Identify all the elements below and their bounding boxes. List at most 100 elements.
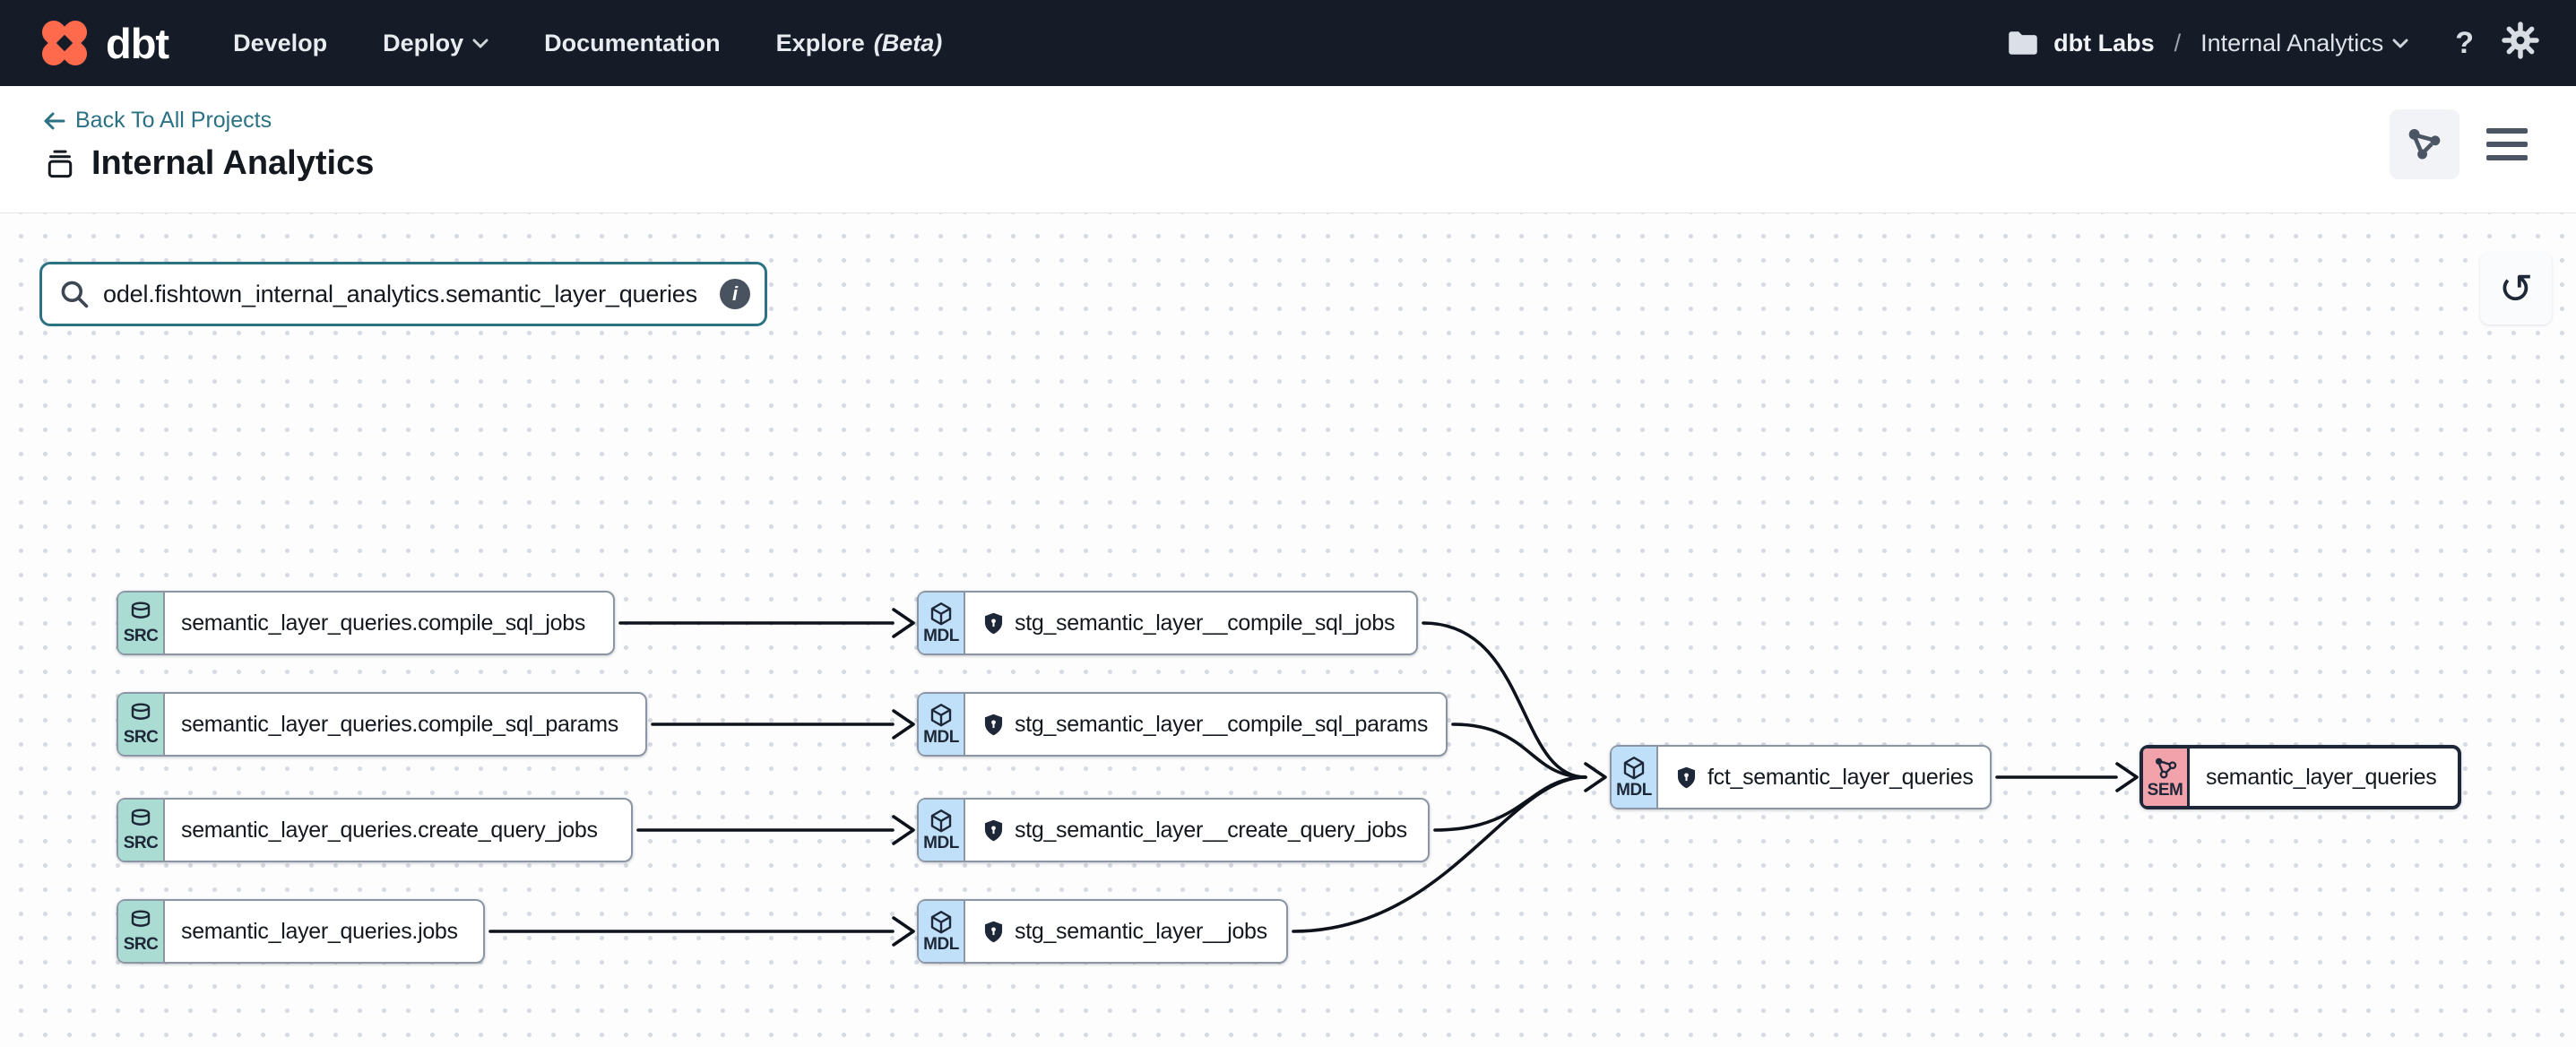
lineage-icon: [2406, 125, 2443, 163]
help-button[interactable]: ?: [2455, 26, 2474, 61]
nav-menu: Develop Deploy Documentation Explore (Be…: [233, 30, 942, 57]
lineage-node-semantic-layer-queries[interactable]: SEM semantic_layer_queries: [2139, 745, 2461, 809]
node-label-area: stg_semantic_layer__compile_sql_jobs: [965, 593, 1411, 653]
node-label: stg_semantic_layer__compile_sql_params: [1015, 712, 1428, 738]
node-label-area: stg_semantic_layer__create_query_jobs: [965, 800, 1423, 861]
node-type-label: SRC: [124, 627, 159, 645]
chevron-down-icon: [472, 39, 488, 48]
back-to-projects-link[interactable]: Back To All Projects: [43, 108, 2576, 134]
node-label: semantic_layer_queries.compile_sql_jobs: [181, 610, 585, 636]
shield-icon: [981, 818, 1006, 843]
dbt-logo[interactable]: dbt: [36, 14, 169, 72]
top-nav: dbt Develop Deploy Documentation Explore…: [0, 0, 2576, 86]
lineage-node-stg-compile-sql-params[interactable]: MDL stg_semantic_layer__compile_sql_para…: [917, 692, 1448, 757]
search-icon: [58, 278, 91, 310]
cube-icon: [928, 601, 955, 627]
settings-button[interactable]: [2501, 21, 2540, 66]
node-type-badge: MDL: [1612, 747, 1658, 808]
node-label: semantic_layer_queries: [2206, 765, 2436, 791]
lineage-node-stg-compile-sql-jobs[interactable]: MDL stg_semantic_layer__compile_sql_jobs: [917, 591, 1418, 655]
node-type-label: MDL: [923, 835, 959, 852]
shield-icon: [981, 920, 1006, 944]
cube-icon: [928, 702, 955, 729]
nav-item-documentation[interactable]: Documentation: [544, 30, 721, 57]
lineage-node-fct-semantic-layer-queries[interactable]: MDL fct_semantic_layer_queries: [1610, 745, 1992, 809]
nav-item-label: Deploy: [383, 30, 463, 57]
nav-item-deploy[interactable]: Deploy: [383, 30, 488, 57]
account-area: dbt Labs / Internal Analytics ?: [2007, 21, 2540, 66]
node-type-label: SRC: [124, 729, 159, 747]
folder-icon: [2007, 30, 2039, 56]
semantic-model-icon: [2152, 755, 2179, 782]
lineage-node-src-compile-sql-jobs[interactable]: SRC semantic_layer_queries.compile_sql_j…: [117, 591, 615, 655]
node-type-label: SRC: [124, 936, 159, 954]
dbt-logo-text: dbt: [106, 19, 169, 68]
project-icon: [43, 147, 77, 181]
info-icon[interactable]: i: [720, 279, 750, 309]
shield-icon: [981, 713, 1006, 737]
back-link-label: Back To All Projects: [75, 108, 272, 134]
shield-icon: [981, 611, 1006, 636]
menu-button[interactable]: [2486, 109, 2537, 179]
database-icon: [127, 702, 154, 729]
lineage-canvas[interactable]: odel.fishtown_internal_analytics.semanti…: [0, 213, 2576, 1047]
lineage-view-button[interactable]: [2390, 109, 2459, 179]
lineage-node-src-jobs[interactable]: SRC semantic_layer_queries.jobs: [117, 899, 485, 964]
node-label-area: semantic_layer_queries: [2190, 748, 2452, 806]
search-input[interactable]: odel.fishtown_internal_analytics.semanti…: [103, 281, 707, 308]
project-switcher[interactable]: Internal Analytics: [2200, 30, 2408, 57]
page-title: Internal Analytics: [91, 144, 374, 183]
shield-icon: [1674, 766, 1699, 790]
node-type-badge: SRC: [118, 800, 165, 861]
lineage-node-src-compile-sql-params[interactable]: SRC semantic_layer_queries.compile_sql_p…: [117, 692, 647, 757]
reset-view-button[interactable]: ↺: [2480, 253, 2552, 324]
cube-icon: [928, 808, 955, 835]
node-label: semantic_layer_queries.compile_sql_param…: [181, 712, 618, 738]
node-type-label: SEM: [2148, 782, 2183, 800]
title-row: Internal Analytics: [43, 144, 2576, 183]
lineage-node-stg-create-query-jobs[interactable]: MDL stg_semantic_layer__create_query_job…: [917, 798, 1430, 862]
node-label: semantic_layer_queries.jobs: [181, 919, 458, 945]
breadcrumb-separator: /: [2169, 30, 2187, 57]
gear-icon: [2501, 21, 2540, 60]
node-label: fct_semantic_layer_queries: [1707, 765, 1974, 791]
node-type-label: MDL: [1616, 782, 1652, 800]
node-label-area: stg_semantic_layer__compile_sql_params: [965, 694, 1444, 755]
node-type-badge: SEM: [2143, 748, 2190, 806]
node-label-area: semantic_layer_queries.compile_sql_jobs: [165, 593, 601, 653]
node-label-area: stg_semantic_layer__jobs: [965, 901, 1284, 962]
lineage-search-box[interactable]: odel.fishtown_internal_analytics.semanti…: [39, 262, 767, 326]
node-type-badge: MDL: [919, 593, 965, 653]
project-name: Internal Analytics: [2200, 30, 2383, 57]
hamburger-icon: [2486, 128, 2528, 134]
node-type-label: MDL: [923, 936, 959, 954]
nav-item-label: Documentation: [544, 30, 721, 57]
view-toolbar: [2390, 109, 2537, 179]
project-header: Back To All Projects Internal Analytics: [0, 86, 2576, 213]
node-type-badge: SRC: [118, 694, 165, 755]
database-icon: [127, 601, 154, 627]
node-type-badge: MDL: [919, 901, 965, 962]
node-type-label: MDL: [923, 729, 959, 747]
node-type-label: SRC: [124, 835, 159, 852]
database-icon: [127, 909, 154, 936]
nav-item-develop[interactable]: Develop: [233, 30, 327, 57]
node-label-area: fct_semantic_layer_queries: [1658, 747, 1990, 808]
chevron-down-icon: [2392, 39, 2408, 48]
dbt-logo-icon: [36, 14, 93, 72]
node-type-badge: SRC: [118, 901, 165, 962]
node-label: stg_semantic_layer__compile_sql_jobs: [1015, 610, 1395, 636]
node-type-badge: MDL: [919, 800, 965, 861]
nav-item-explore[interactable]: Explore (Beta): [776, 30, 943, 57]
org-name[interactable]: dbt Labs: [2053, 30, 2155, 57]
node-label: stg_semantic_layer__create_query_jobs: [1015, 818, 1407, 844]
beta-tag: (Beta): [874, 30, 943, 57]
node-label: semantic_layer_queries.create_query_jobs: [181, 818, 598, 844]
nav-item-label: Develop: [233, 30, 327, 57]
cube-icon: [1621, 755, 1647, 782]
lineage-node-stg-jobs[interactable]: MDL stg_semantic_layer__jobs: [917, 899, 1288, 964]
lineage-node-src-create-query-jobs[interactable]: SRC semantic_layer_queries.create_query_…: [117, 798, 633, 862]
nav-item-label: Explore: [776, 30, 865, 57]
node-type-label: MDL: [923, 627, 959, 645]
node-label-area: semantic_layer_queries.create_query_jobs: [165, 800, 614, 861]
